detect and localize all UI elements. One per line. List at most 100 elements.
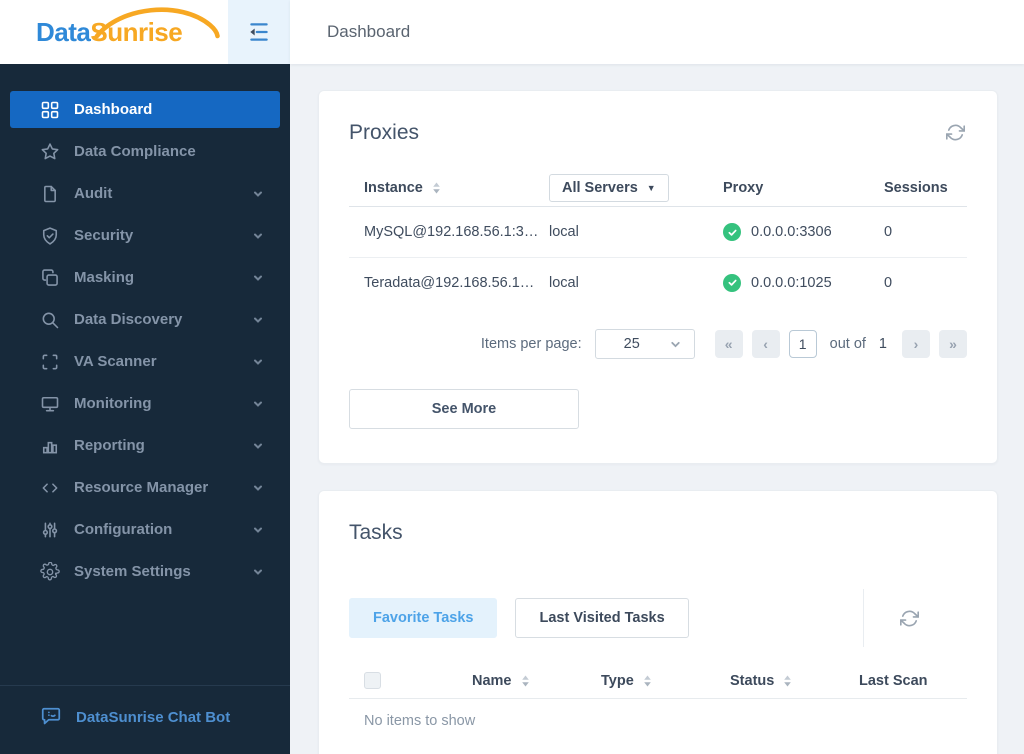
page-size-select[interactable]: 25 [594, 329, 695, 359]
empty-state-text: No items to show [364, 713, 476, 729]
chatbot-label: DataSunrise Chat Bot [76, 708, 231, 726]
sidebar: Dashboard Data Compliance Audit Security… [0, 64, 290, 754]
name-header-label: Name [472, 672, 512, 689]
sidebar-item-label: Data Compliance [74, 143, 196, 160]
sidebar-item-security[interactable]: Security [10, 217, 280, 254]
previous-page-button[interactable]: ‹ [751, 330, 780, 358]
tab-last-visited-tasks[interactable]: Last Visited Tasks [515, 598, 689, 638]
current-page-input[interactable] [788, 330, 817, 358]
collapse-menu-icon [249, 23, 268, 41]
sidebar-item-audit[interactable]: Audit [10, 175, 280, 212]
server-filter-dropdown[interactable]: All Servers ▼ [549, 173, 669, 202]
sidebar-item-masking[interactable]: Masking [10, 259, 280, 296]
topbar: Dashboard [290, 0, 1024, 64]
proxy-header-label: Proxy [723, 179, 764, 196]
sort-icon[interactable] [642, 674, 653, 688]
page-size-value: 25 [623, 336, 640, 352]
sidebar-item-system-settings[interactable]: System Settings [10, 553, 280, 590]
tasks-title: Tasks [349, 521, 403, 544]
table-row[interactable]: Teradata@192.168.56.1… local 0.0.0.0:102… [349, 257, 967, 307]
shield-check-icon [40, 226, 60, 246]
star-icon [40, 142, 60, 162]
chatbot-button[interactable]: DataSunrise Chat Bot [0, 685, 290, 754]
sessions-cell: 0 [884, 274, 893, 291]
last-page-button[interactable]: » [939, 330, 967, 358]
proxy-column-header: Proxy [709, 180, 884, 196]
server-cell: local [549, 274, 579, 291]
chevron-down-icon [252, 524, 264, 536]
type-header-label: Type [601, 672, 634, 689]
tasks-tabs-row: Favorite Tasks Last Visited Tasks [349, 589, 967, 647]
sessions-column-header: Sessions [884, 180, 967, 196]
page-title: Dashboard [327, 22, 411, 41]
dropdown-arrow-icon: ▼ [646, 182, 656, 193]
sidebar-item-data-discovery[interactable]: Data Discovery [10, 301, 280, 338]
sidebar-item-label: Configuration [74, 521, 173, 538]
chevron-down-icon [252, 440, 264, 452]
table-row[interactable]: MySQL@192.168.56.1:3… local 0.0.0.0:3306… [349, 207, 967, 257]
sidebar-item-label: Security [74, 227, 134, 244]
vertical-divider [863, 589, 864, 647]
chevron-down-icon [669, 338, 682, 351]
sidebar-item-data-compliance[interactable]: Data Compliance [10, 133, 280, 170]
proxy-cell: 0.0.0.0:1025 [709, 273, 884, 292]
chevron-down-icon [252, 188, 264, 200]
next-page-button[interactable]: › [902, 330, 930, 358]
server-filter-label: All Servers [562, 179, 638, 196]
sidebar-item-monitoring[interactable]: Monitoring [10, 385, 280, 422]
proxies-title: Proxies [349, 121, 420, 144]
instance-column-header[interactable]: Instance [349, 180, 549, 196]
gear-icon [40, 561, 60, 582]
search-icon [40, 310, 60, 330]
main-content: Proxies Instance All Servers ▼ Proxy Ses… [290, 64, 1024, 754]
refresh-icon[interactable] [944, 121, 967, 144]
sort-icon[interactable] [782, 674, 793, 688]
instance-cell: Teradata@192.168.56.1… [364, 274, 535, 291]
items-per-page-label: Items per page: [480, 336, 582, 352]
sidebar-item-resource-manager[interactable]: Resource Manager [10, 469, 280, 506]
sidebar-collapse-button[interactable] [228, 0, 290, 64]
sidebar-item-reporting[interactable]: Reporting [10, 427, 280, 464]
type-column-header[interactable]: Type [601, 673, 730, 689]
masking-icon [40, 268, 60, 288]
last-scan-header-label: Last Scan [859, 672, 928, 689]
select-all-checkbox[interactable] [364, 672, 381, 689]
code-icon [40, 478, 60, 498]
total-pages-value: 1 [878, 336, 887, 352]
bar-chart-icon [40, 436, 60, 456]
logo-row: DataSunrise [0, 0, 290, 64]
proxies-card-header: Proxies [349, 121, 967, 145]
instance-header-label: Instance [364, 179, 423, 196]
chevron-down-icon [252, 356, 264, 368]
see-more-button[interactable]: See More [349, 389, 579, 429]
sort-icon[interactable] [431, 181, 442, 195]
chevron-down-icon [252, 314, 264, 326]
tab-favorite-tasks[interactable]: Favorite Tasks [349, 598, 498, 638]
sidebar-item-label: Audit [74, 185, 113, 202]
sessions-cell: 0 [884, 224, 893, 240]
select-all-cell [349, 672, 472, 689]
datasunrise-logo[interactable]: DataSunrise [0, 0, 228, 64]
logo-data-text: Data [36, 16, 91, 47]
first-page-button[interactable]: « [714, 330, 743, 358]
chevron-down-icon [252, 482, 264, 494]
proxies-table-header: Instance All Servers ▼ Proxy Sessions [349, 169, 967, 207]
sidebar-item-dashboard[interactable]: Dashboard [10, 91, 280, 128]
sidebar-item-configuration[interactable]: Configuration [10, 511, 280, 548]
status-ok-icon [723, 223, 741, 241]
name-column-header[interactable]: Name [472, 673, 601, 689]
left-column: DataSunrise Dashboard Data Compliance Au… [0, 0, 290, 754]
proxies-card: Proxies Instance All Servers ▼ Proxy Ses… [318, 90, 998, 464]
sidebar-item-label: Masking [74, 269, 135, 286]
sidebar-item-label: Monitoring [74, 395, 152, 412]
app-root: DataSunrise Dashboard Data Compliance Au… [0, 0, 1024, 754]
sidebar-item-label: VA Scanner [74, 353, 157, 370]
status-header-label: Status [730, 672, 775, 689]
refresh-icon[interactable] [898, 607, 921, 630]
sort-icon[interactable] [520, 674, 531, 688]
chat-bot-icon [40, 706, 62, 728]
sidebar-item-va-scanner[interactable]: VA Scanner [10, 343, 280, 380]
tasks-table-header: Name Type Status Last Scan [349, 663, 967, 699]
last-scan-column-header: Last Scan [859, 673, 967, 689]
status-column-header[interactable]: Status [730, 673, 859, 689]
